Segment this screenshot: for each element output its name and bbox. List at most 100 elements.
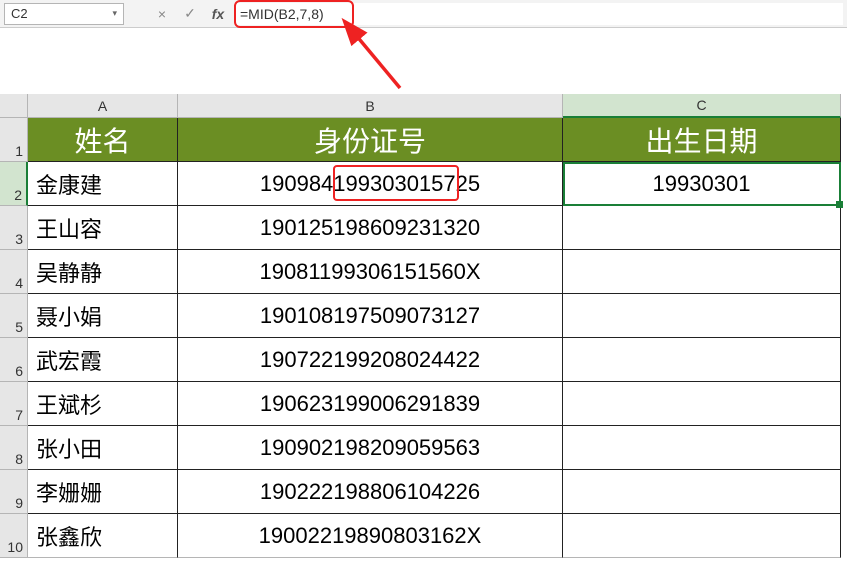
table-row: 武宏霞 190722199208024422: [28, 338, 841, 382]
cell-b3[interactable]: 190125198609231320: [178, 206, 563, 250]
fx-icon: fx: [212, 6, 224, 22]
cell-value: 出生日期: [645, 120, 757, 160]
col-header-label: A: [98, 98, 107, 114]
cell-c10[interactable]: [563, 514, 841, 558]
name-box-value: C2: [11, 6, 28, 21]
table-row: 聂小娟 190108197509073127: [28, 294, 841, 338]
cell-value: 金康建: [36, 168, 102, 200]
row-header-label: 5: [15, 319, 23, 335]
cell-b2[interactable]: 190984199303015725: [178, 162, 563, 206]
table-row: 吴静静 19081199306151560X: [28, 250, 841, 294]
row-header-8[interactable]: 8: [0, 426, 28, 470]
col-header-label: C: [696, 97, 706, 113]
cell-c8[interactable]: [563, 426, 841, 470]
cell-c2[interactable]: 19930301: [563, 162, 841, 206]
col-header-c[interactable]: C: [563, 94, 841, 118]
cell-a9[interactable]: 李姗姗: [28, 470, 178, 514]
row-header-label: 7: [15, 407, 23, 423]
annotation-arrow: [340, 28, 440, 103]
cell-a10[interactable]: 张鑫欣: [28, 514, 178, 558]
table-row: 李姗姗 190222198806104226: [28, 470, 841, 514]
cell-value: 19930301: [653, 171, 751, 197]
chevron-down-icon[interactable]: ▾: [112, 8, 117, 19]
cell-value: 190984199303015725: [260, 171, 480, 197]
name-box[interactable]: C2 ▾: [4, 3, 124, 25]
row-header-label: 4: [15, 275, 23, 291]
spreadsheet-grid: A B C 1 2 3 4 5 6 7 8 9 10 姓名 身份证号 出生日期 …: [0, 94, 847, 573]
cell-c9[interactable]: [563, 470, 841, 514]
formula-bar-area: C2 ▾ × ✓ fx =MID(B2,7,8): [0, 0, 847, 28]
cell-value: 190623199006291839: [260, 391, 480, 417]
cell-a7[interactable]: 王斌杉: [28, 382, 178, 426]
cell-c7[interactable]: [563, 382, 841, 426]
row-header-4[interactable]: 4: [0, 250, 28, 294]
cancel-icon: ×: [158, 6, 166, 22]
row-header-10[interactable]: 10: [0, 514, 28, 558]
cell-value: 190108197509073127: [260, 303, 480, 329]
cell-c3[interactable]: [563, 206, 841, 250]
row-header-3[interactable]: 3: [0, 206, 28, 250]
cancel-formula-button[interactable]: ×: [150, 3, 174, 25]
cell-b9[interactable]: 190222198806104226: [178, 470, 563, 514]
cell-c5[interactable]: [563, 294, 841, 338]
cell-value: 190125198609231320: [260, 215, 480, 241]
cell-value: 王山容: [36, 212, 102, 244]
cell-value: 190902198209059563: [260, 435, 480, 461]
row-header-label: 1: [15, 143, 23, 159]
cell-value: 190222198806104226: [260, 479, 480, 505]
cell-a3[interactable]: 王山容: [28, 206, 178, 250]
cell-b10[interactable]: 19002219890803162X: [178, 514, 563, 558]
table-row: 张小田 190902198209059563: [28, 426, 841, 470]
cell-b8[interactable]: 190902198209059563: [178, 426, 563, 470]
row-header-9[interactable]: 9: [0, 470, 28, 514]
cell-a2[interactable]: 金康建: [28, 162, 178, 206]
cell-b4[interactable]: 19081199306151560X: [178, 250, 563, 294]
row-header-7[interactable]: 7: [0, 382, 28, 426]
check-icon: ✓: [184, 5, 196, 22]
row-header-2[interactable]: 2: [0, 162, 28, 206]
cell-value: 王斌杉: [36, 388, 102, 420]
cell-c4[interactable]: [563, 250, 841, 294]
cell-b6[interactable]: 190722199208024422: [178, 338, 563, 382]
cell-value: 身份证号: [314, 120, 426, 160]
row-headers: 1 2 3 4 5 6 7 8 9 10: [0, 118, 28, 558]
cell-b7[interactable]: 190623199006291839: [178, 382, 563, 426]
cell-b5[interactable]: 190108197509073127: [178, 294, 563, 338]
table-row: 姓名 身份证号 出生日期: [28, 118, 841, 162]
insert-function-button[interactable]: fx: [206, 3, 230, 25]
table-row: 王山容 190125198609231320: [28, 206, 841, 250]
column-headers: A B C: [28, 94, 847, 118]
cell-value: 聂小娟: [36, 300, 102, 332]
row-header-1[interactable]: 1: [0, 118, 28, 162]
table-row: 王斌杉 190623199006291839: [28, 382, 841, 426]
cell-b1[interactable]: 身份证号: [178, 118, 563, 162]
row-header-6[interactable]: 6: [0, 338, 28, 382]
cells-area: 姓名 身份证号 出生日期 金康建 190984199303015725 1993…: [28, 118, 841, 558]
cell-c6[interactable]: [563, 338, 841, 382]
cell-a4[interactable]: 吴静静: [28, 250, 178, 294]
row-header-label: 8: [15, 451, 23, 467]
row-header-5[interactable]: 5: [0, 294, 28, 338]
cell-value: 武宏霞: [36, 344, 102, 376]
row-header-label: 9: [15, 495, 23, 511]
cell-value: 张小田: [36, 432, 102, 464]
row-header-label: 10: [7, 539, 23, 555]
cell-value: 张鑫欣: [36, 520, 102, 552]
row-header-label: 2: [14, 187, 22, 203]
table-row: 张鑫欣 19002219890803162X: [28, 514, 841, 558]
cell-a6[interactable]: 武宏霞: [28, 338, 178, 382]
cell-a1[interactable]: 姓名: [28, 118, 178, 162]
cell-a5[interactable]: 聂小娟: [28, 294, 178, 338]
select-all-corner[interactable]: [0, 94, 28, 118]
cell-value: 吴静静: [36, 256, 102, 288]
col-header-b[interactable]: B: [178, 94, 563, 118]
confirm-formula-button[interactable]: ✓: [178, 3, 202, 25]
cell-a8[interactable]: 张小田: [28, 426, 178, 470]
row-header-label: 6: [15, 363, 23, 379]
col-header-label: B: [365, 98, 374, 114]
cell-value: 19002219890803162X: [259, 523, 482, 549]
col-header-a[interactable]: A: [28, 94, 178, 118]
cell-c1[interactable]: 出生日期: [563, 118, 841, 162]
formula-input[interactable]: =MID(B2,7,8): [234, 3, 843, 25]
cell-value: 19081199306151560X: [259, 259, 480, 285]
